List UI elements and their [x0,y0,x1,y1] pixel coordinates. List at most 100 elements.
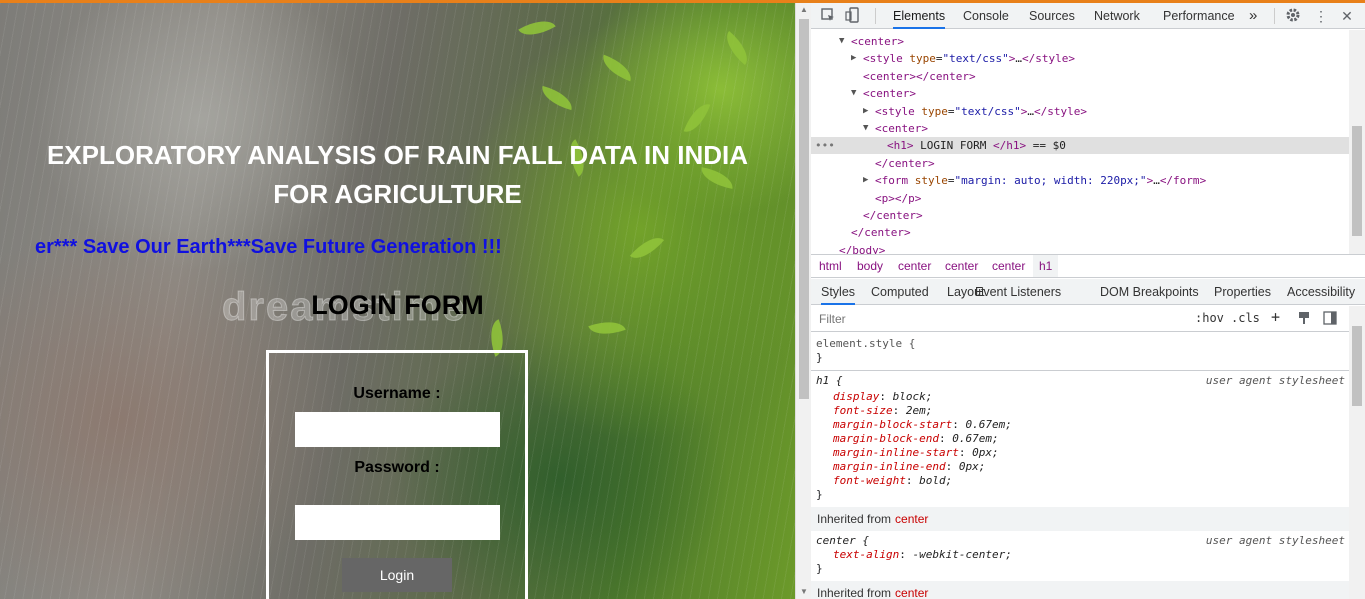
css-property-name[interactable]: display [833,390,879,403]
toggle-sidebar-icon[interactable] [1323,311,1337,328]
css-property-value[interactable]: 0px; [965,446,999,459]
inspect-element-icon[interactable] [819,7,837,25]
dom-node-line[interactable]: ▶ <form style="margin: auto; width: 220px… [811,172,1349,189]
hov-toggle[interactable]: :hov [1195,311,1224,325]
styles-filter-input[interactable] [815,310,1187,328]
css-property-line[interactable]: margin-inline-end: 0px; [833,460,985,474]
tab-network[interactable]: Network [1094,3,1140,29]
dom-node-line[interactable]: </body> [811,242,1349,254]
inherited-tag-link[interactable]: center [895,512,928,526]
css-property-name[interactable]: margin-inline-start [833,446,959,459]
dom-node-line[interactable]: ▼ <center> [811,85,1349,102]
element-style-selector[interactable]: element.style { [816,337,915,351]
tab-performance[interactable]: Performance [1163,3,1235,29]
dom-tree-scrollbar[interactable] [1349,30,1365,254]
node-actions-icon[interactable]: ••• [815,137,835,154]
css-property-name[interactable]: margin-inline-end [833,460,946,473]
css-property-line[interactable]: margin-block-start: 0.67em; [833,418,1012,432]
dom-node-line[interactable]: ▶ <style type="text/css">…</style> [811,50,1349,67]
dom-node-line[interactable]: <center></center> [811,68,1349,85]
login-button[interactable]: Login [342,558,452,592]
css-property-name[interactable]: font-weight [833,474,906,487]
dom-node-line[interactable]: </center> [811,155,1349,172]
dom-node-line[interactable]: ▼ <center> [811,120,1349,137]
dom-node-markup: <center> [875,122,928,135]
page-viewport: dreamstime EXPLORATORY ANALYSIS OF RAIN … [0,0,795,599]
settings-gear-icon[interactable] [1284,7,1302,25]
tab-sources[interactable]: Sources [1029,3,1075,29]
new-style-rule-icon[interactable]: + [1271,308,1280,326]
expand-triangle-icon[interactable]: ▼ [851,85,856,102]
dom-node-line[interactable]: <p></p> [811,190,1349,207]
customize-kebab-icon[interactable]: ⋮ [1312,7,1330,25]
css-property-line[interactable]: text-align: -webkit-center; [833,548,1012,562]
dom-node-line[interactable]: ▶ <style type="text/css">…</style> [811,103,1349,120]
css-property-line[interactable]: margin-inline-start: 0px; [833,446,999,460]
scroll-down-arrow-icon[interactable]: ▼ [800,587,808,596]
css-property-value[interactable]: block; [886,390,933,403]
dom-node-line[interactable]: ••• <h1> LOGIN FORM </h1> == $0 [811,137,1349,155]
tab-console[interactable]: Console [963,3,1009,29]
dom-node-markup: </center> [851,226,911,240]
breadcrumb-center[interactable]: center [898,259,931,273]
inherited-tag-link[interactable]: center [895,586,928,599]
subtab-event-listeners[interactable]: Event Listeners [975,279,1061,305]
password-input[interactable] [295,505,500,540]
scroll-up-arrow-icon[interactable]: ▲ [800,5,808,14]
css-property-value[interactable]: 2em; [899,404,933,417]
expand-triangle-icon[interactable]: ▼ [863,120,868,137]
inherited-label: Inherited from [817,512,892,526]
css-property-value[interactable]: -webkit-center; [906,548,1011,561]
breadcrumb-h1[interactable]: h1 [1033,255,1059,277]
css-property-line[interactable]: font-size: 2em; [833,404,932,418]
dom-node-markup: </body> [839,243,886,254]
subtab-properties[interactable]: Properties [1214,279,1271,305]
subtab-styles[interactable]: Styles [821,279,856,305]
breadcrumb-html[interactable]: html [819,259,842,273]
subtab-accessibility[interactable]: Accessibility [1287,279,1355,305]
tab-elements[interactable]: Elements [893,3,946,29]
page-scrollbar-thumb[interactable] [799,19,809,399]
center-rule-selector[interactable]: center { [816,534,869,548]
page-scrollbar[interactable]: ▲ ▼ [795,3,811,599]
toolbar-separator [1274,8,1275,24]
css-property-value[interactable]: 0.67em; [946,432,998,445]
styles-scrollbar-thumb[interactable] [1352,326,1362,406]
css-property-value[interactable]: 0px; [952,460,986,473]
username-input[interactable] [295,412,500,447]
element-state-icon[interactable] [1297,311,1311,328]
collapse-triangle-icon[interactable]: ▶ [863,172,868,189]
more-tabs-icon[interactable]: » [1249,3,1257,29]
dom-node-line[interactable]: ▼ <center> [811,33,1349,50]
inherited-label: Inherited from [817,586,892,599]
password-label: Password : [354,459,440,476]
dom-node-line[interactable]: </center> [811,207,1349,224]
css-property-name[interactable]: margin-block-end [833,432,939,445]
css-property-name[interactable]: margin-block-start [833,418,952,431]
css-property-line[interactable]: margin-block-end: 0.67em; [833,432,999,446]
css-property-value[interactable]: 0.67em; [959,418,1011,431]
cls-toggle[interactable]: .cls [1231,311,1260,325]
styles-scrollbar[interactable] [1349,306,1365,599]
css-property-name[interactable]: font-size [833,404,893,417]
subtab-dom-breakpoints[interactable]: DOM Breakpoints [1100,279,1199,305]
marquee-banner: er*** Save Our Earth***Save Future Gener… [35,236,502,258]
dom-node-markup: <center> [851,35,904,48]
css-property-line[interactable]: display: block; [833,390,932,404]
collapse-triangle-icon[interactable]: ▶ [851,50,856,67]
h1-rule-selector[interactable]: h1 { [816,374,843,388]
breadcrumb-body[interactable]: body [857,259,883,273]
dom-tree-scrollbar-thumb[interactable] [1352,126,1362,236]
inherited-from-header: Inherited from center [811,581,1349,599]
breadcrumb-center[interactable]: center [992,259,1025,273]
breadcrumb-center[interactable]: center [945,259,978,273]
close-devtools-icon[interactable]: ✕ [1338,7,1356,25]
dom-node-line[interactable]: </center> [811,224,1349,241]
css-property-name[interactable]: text-align [833,548,899,561]
device-toolbar-icon[interactable] [844,7,862,25]
css-property-value[interactable]: bold; [912,474,952,487]
expand-triangle-icon[interactable]: ▼ [839,33,844,50]
subtab-computed[interactable]: Computed [871,279,929,305]
collapse-triangle-icon[interactable]: ▶ [863,103,868,120]
css-property-line[interactable]: font-weight: bold; [833,474,952,488]
